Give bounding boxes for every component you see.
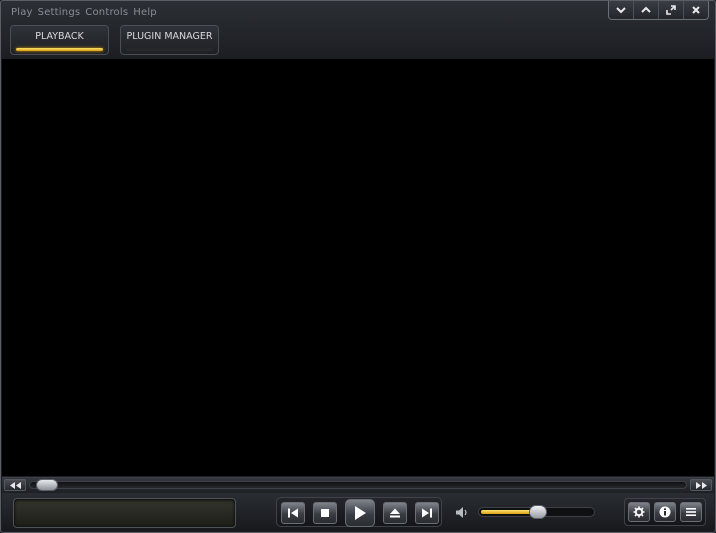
stop-button[interactable] (313, 502, 337, 524)
transport-controls (276, 497, 442, 527)
eject-icon (390, 508, 400, 518)
tab-plugin-manager[interactable]: PLUGIN MANAGER (120, 25, 219, 55)
minimize-button[interactable] (609, 1, 633, 19)
window-controls (608, 1, 709, 20)
menu-bar: Play Settings Controls Help (11, 6, 157, 20)
rewind-button[interactable] (4, 479, 26, 491)
resize-icon (666, 5, 676, 15)
info-button[interactable] (654, 502, 676, 522)
speaker-icon[interactable] (455, 506, 469, 519)
volume-thumb[interactable] (529, 505, 547, 519)
next-button[interactable] (415, 502, 439, 524)
player-window: Play Settings Controls Help PLAYBACK PLU… (0, 0, 716, 533)
settings-button[interactable] (628, 502, 650, 522)
seek-thumb[interactable] (36, 479, 58, 491)
tab-playback[interactable]: PLAYBACK (10, 25, 109, 55)
info-icon (659, 506, 671, 518)
skip-next-icon (422, 508, 432, 518)
fast-forward-icon (695, 481, 707, 489)
gear-icon (633, 506, 645, 518)
play-icon (355, 506, 366, 520)
menu-play[interactable]: Play (11, 6, 33, 20)
menu-controls[interactable]: Controls (85, 6, 128, 20)
seek-bar (2, 477, 714, 493)
menu-settings[interactable]: Settings (38, 6, 81, 20)
rewind-icon (9, 481, 21, 489)
close-icon (692, 6, 700, 14)
volume-slider[interactable] (478, 505, 595, 519)
fullscreen-button[interactable] (658, 1, 683, 19)
eject-button[interactable] (383, 502, 407, 524)
play-button[interactable] (345, 499, 375, 527)
tab-indicator (126, 48, 213, 51)
seek-track[interactable] (29, 479, 687, 491)
chevron-down-icon (616, 7, 626, 14)
fast-forward-button[interactable] (690, 479, 712, 491)
list-icon (686, 508, 696, 516)
close-button[interactable] (683, 1, 708, 19)
restore-button[interactable] (633, 1, 658, 19)
menu-help[interactable]: Help (133, 6, 157, 20)
tab-playback-label: PLAYBACK (35, 31, 84, 42)
previous-button[interactable] (281, 502, 305, 524)
tab-active-indicator (16, 48, 103, 51)
tab-plugin-manager-label: PLUGIN MANAGER (126, 31, 213, 42)
playlist-button[interactable] (680, 502, 702, 522)
tool-buttons (624, 498, 706, 526)
chevron-up-icon (641, 6, 651, 13)
control-panel (2, 493, 714, 531)
video-display[interactable] (2, 59, 714, 476)
status-display (13, 498, 236, 528)
skip-previous-icon (288, 508, 298, 518)
stop-icon (321, 509, 329, 517)
